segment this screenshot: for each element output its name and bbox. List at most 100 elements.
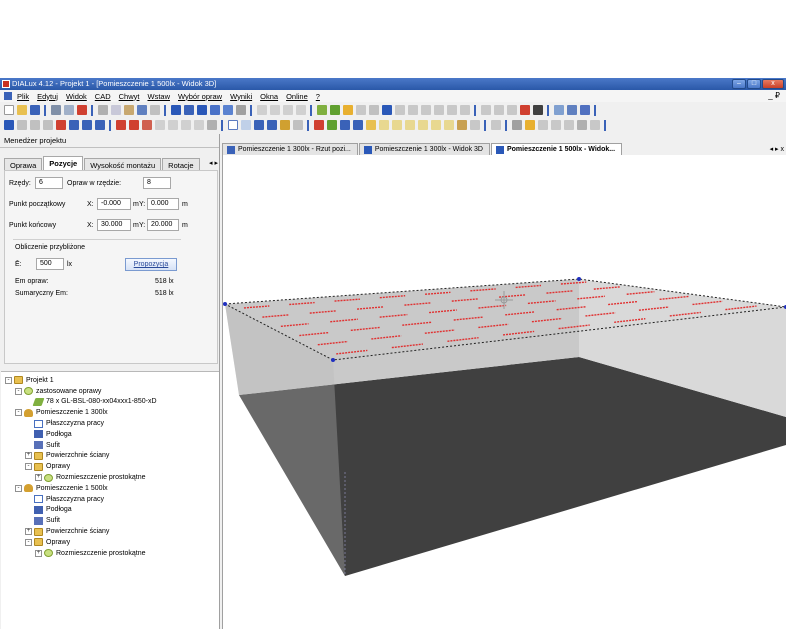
tree-item[interactable]: 78 x GL-BSL-080-xx04xxx1-850-xD xyxy=(1,397,219,408)
arrange-circle-icon[interactable] xyxy=(141,120,152,130)
corner-marker[interactable] xyxy=(331,358,335,362)
view-mode-icon[interactable] xyxy=(235,105,246,115)
menu-wyniki[interactable]: Wyniki xyxy=(230,92,252,101)
room-view-icon[interactable] xyxy=(352,120,363,130)
expand-icon[interactable]: + xyxy=(35,474,42,482)
close-button[interactable]: x xyxy=(762,79,784,89)
collapse-icon[interactable]: - xyxy=(15,409,22,417)
page-icon[interactable] xyxy=(506,105,517,115)
light-bulb-icon-2[interactable] xyxy=(167,120,178,130)
grid-tool-icon[interactable] xyxy=(589,120,600,130)
cut-icon[interactable] xyxy=(97,105,108,115)
light-icon[interactable] xyxy=(342,105,353,115)
zoom-window-icon[interactable] xyxy=(292,120,303,130)
snap-tool-icon[interactable] xyxy=(81,120,92,130)
hand-icon[interactable] xyxy=(490,120,501,130)
end-x-input[interactable]: 30.000 xyxy=(97,219,131,231)
tree-item[interactable]: - Pomieszczenie 1 500lx xyxy=(1,483,219,494)
arrange-line-icon[interactable] xyxy=(128,120,139,130)
view-top-icon[interactable] xyxy=(222,105,233,115)
tree-item[interactable]: Sufit xyxy=(1,440,219,451)
curve-tool-icon[interactable] xyxy=(563,120,574,130)
document-icon[interactable] xyxy=(4,92,12,100)
luminaire-select-icon[interactable] xyxy=(316,105,327,115)
tree-item[interactable]: - Projekt 1 xyxy=(1,375,219,386)
print-preview-icon[interactable] xyxy=(63,105,74,115)
doc-tab-3d-500lx[interactable]: Pomieszczenie 1 500lx - Widok... xyxy=(490,143,623,155)
tree-item[interactable]: - zastosowane oprawy xyxy=(1,386,219,397)
view-side-icon[interactable] xyxy=(196,105,207,115)
report-icon[interactable] xyxy=(480,105,491,115)
arrange-rect-icon[interactable] xyxy=(115,120,126,130)
new-file-icon[interactable] xyxy=(3,105,14,115)
tree-item[interactable]: + Rozmieszczenie prostokątne xyxy=(1,548,219,559)
rows-input[interactable]: 6 xyxy=(35,177,63,189)
pdf-icon[interactable] xyxy=(76,105,87,115)
pointer-icon[interactable] xyxy=(227,120,238,130)
expand-icon[interactable]: + xyxy=(25,528,32,536)
copy-icon[interactable] xyxy=(110,105,121,115)
tab-pozycje[interactable]: Pozycje xyxy=(43,156,84,170)
save-icon[interactable] xyxy=(29,105,40,115)
start-y-input[interactable]: 0.000 xyxy=(147,198,179,210)
doc-f-icon[interactable] xyxy=(443,120,454,130)
tree-item[interactable]: + Powierzchnie ściany xyxy=(1,526,219,537)
light-bulb-icon[interactable] xyxy=(154,120,165,130)
tab-rotacje[interactable]: Rotacje xyxy=(162,158,200,170)
per-row-input[interactable]: 8 xyxy=(143,177,171,189)
move-tool-icon[interactable] xyxy=(16,120,27,130)
measure-tool-icon[interactable] xyxy=(94,120,105,130)
gear-icon[interactable] xyxy=(576,120,587,130)
color-icon[interactable] xyxy=(313,120,324,130)
menu-widok[interactable]: Widok xyxy=(66,92,87,101)
expand-icon[interactable]: + xyxy=(35,549,42,557)
collapse-icon[interactable]: - xyxy=(25,538,32,546)
panel-icon[interactable] xyxy=(456,120,467,130)
start-x-input[interactable]: -0.000 xyxy=(97,198,131,210)
layout-icon[interactable] xyxy=(553,105,564,115)
mirror-tool-icon[interactable] xyxy=(42,120,53,130)
doc-tab-plan-300lx[interactable]: Pomieszczenie 1 300lx - Rzut pozi... xyxy=(222,143,358,155)
globe-icon[interactable] xyxy=(493,105,504,115)
doc-tab-3d-300lx[interactable]: Pomieszczenie 1 300lx - Widok 3D xyxy=(358,143,490,155)
tab-oprawa[interactable]: Oprawa xyxy=(4,158,43,170)
collapse-icon[interactable]: - xyxy=(25,463,32,471)
e-input[interactable]: 500 xyxy=(36,258,64,270)
orbit-icon[interactable] xyxy=(253,120,264,130)
filter-icon[interactable] xyxy=(206,120,217,130)
texture-icon[interactable] xyxy=(355,105,366,115)
menu-help[interactable]: ? xyxy=(316,92,320,101)
polyline-tool-icon[interactable] xyxy=(550,120,561,130)
tree-item[interactable]: Płaszczyzna pracy xyxy=(1,494,219,505)
tree-item[interactable]: Płaszczyzna pracy xyxy=(1,418,219,429)
rotate-tool-icon[interactable] xyxy=(29,120,40,130)
doc-a-icon[interactable] xyxy=(378,120,389,130)
doc-b-icon[interactable] xyxy=(391,120,402,130)
tree-icon[interactable] xyxy=(511,120,522,130)
app-icon[interactable] xyxy=(2,80,10,88)
3d-viewport[interactable] xyxy=(222,155,786,629)
redo-icon[interactable] xyxy=(149,105,160,115)
menu-okna[interactable]: Okna xyxy=(260,92,278,101)
zoom-out-icon[interactable] xyxy=(269,105,280,115)
tab-scroll-arrows[interactable]: ◂ ▸ xyxy=(209,159,218,170)
view-front-icon[interactable] xyxy=(209,105,220,115)
end-y-input[interactable]: 20.000 xyxy=(147,219,179,231)
tree-item[interactable]: Podłoga xyxy=(1,505,219,516)
columns-icon[interactable] xyxy=(579,105,590,115)
doc-tab-controls[interactable]: ◂ ▸ x xyxy=(770,145,786,155)
tree-item[interactable]: Sufit xyxy=(1,515,219,526)
result-icon[interactable] xyxy=(433,105,444,115)
menu-wstaw[interactable]: Wstaw xyxy=(147,92,170,101)
line-tool-icon[interactable] xyxy=(537,120,548,130)
view-plan-icon[interactable] xyxy=(183,105,194,115)
green-icon[interactable] xyxy=(326,120,337,130)
magnifier-icon[interactable] xyxy=(240,120,251,130)
table-icon[interactable] xyxy=(446,105,457,115)
menu-cad[interactable]: CAD xyxy=(95,92,111,101)
tree-item[interactable]: + Rozmieszczenie prostokątne xyxy=(1,472,219,483)
tree-item[interactable]: + Powierzchnie ściany xyxy=(1,451,219,462)
grid-icon[interactable] xyxy=(394,105,405,115)
maximize-button[interactable]: □ xyxy=(747,79,761,89)
corner-marker[interactable] xyxy=(223,302,227,306)
